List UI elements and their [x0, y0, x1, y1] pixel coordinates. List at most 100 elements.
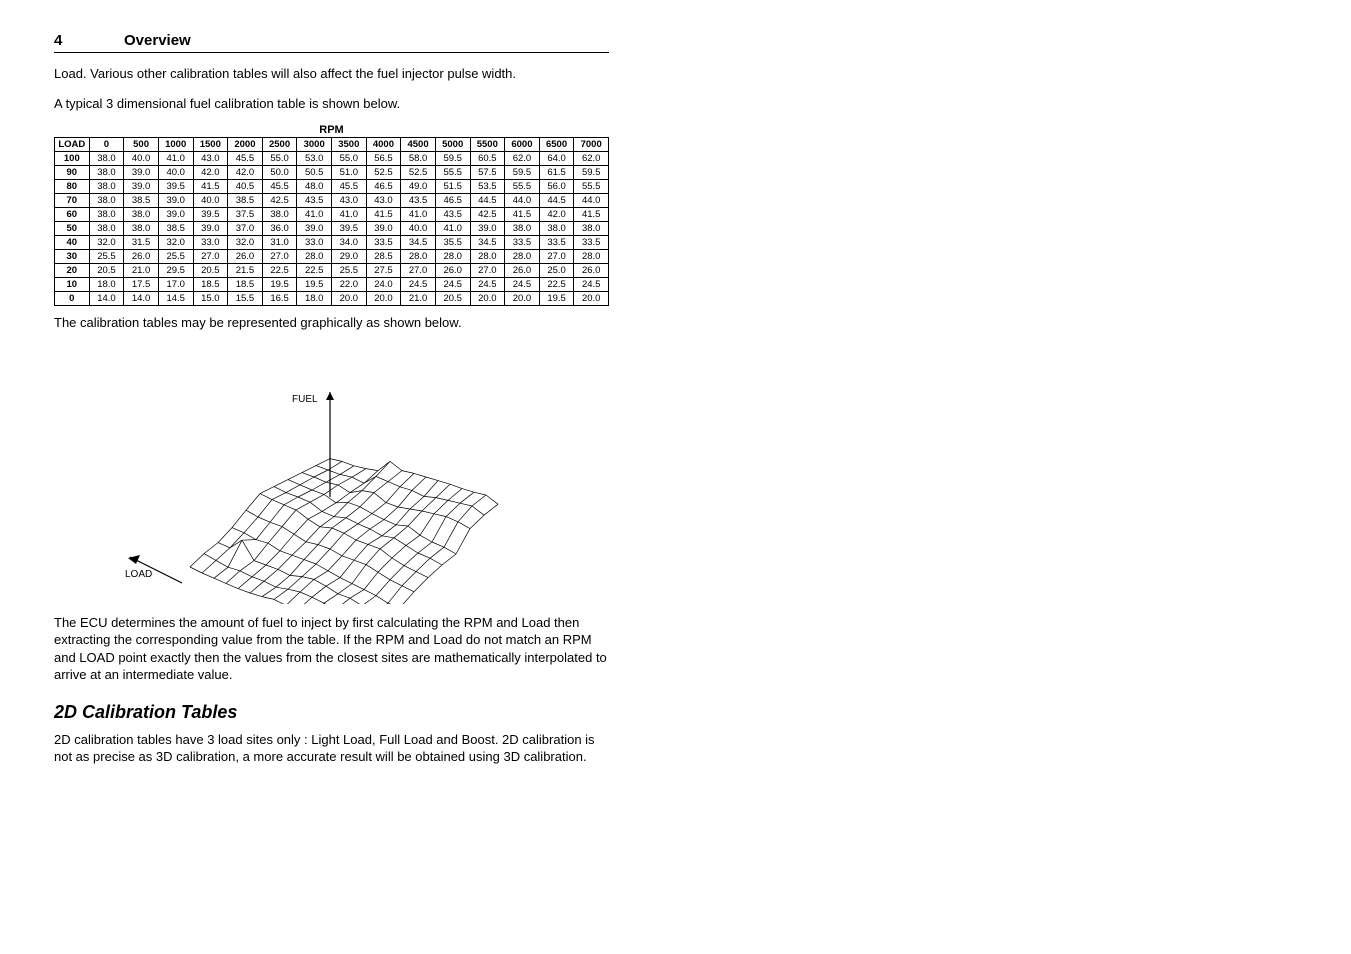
table-cell: 36.0 — [262, 222, 297, 236]
paragraph-3: The calibration tables may be represente… — [54, 314, 609, 332]
surface-wire — [252, 576, 264, 580]
paragraph-1: Load. Various other calibration tables w… — [54, 65, 609, 83]
table-cell: 26.0 — [435, 264, 470, 278]
surface-wire — [310, 603, 324, 604]
surface-wire — [390, 461, 402, 470]
table-cell: 55.5 — [435, 166, 470, 180]
surface-wire — [338, 583, 352, 593]
surface-wire — [256, 522, 270, 539]
table-col-header: 5000 — [435, 138, 470, 152]
surface-wire — [378, 572, 390, 580]
surface-wire — [302, 472, 314, 476]
table-cell: 28.0 — [401, 250, 436, 264]
surface-wire — [292, 555, 304, 559]
surface-wire — [280, 534, 294, 551]
table-cell: 29.0 — [332, 250, 367, 264]
surface-wire — [410, 496, 424, 509]
surface-wire — [394, 537, 406, 545]
table-cell: 38.0 — [89, 194, 124, 208]
surface-wire — [352, 564, 366, 583]
surface-wire — [268, 543, 280, 551]
table-cell: 27.0 — [470, 264, 505, 278]
surface-wire — [390, 579, 402, 585]
surface-wire — [252, 565, 266, 577]
table-cell: 28.0 — [435, 250, 470, 264]
table-cell: 40.0 — [124, 152, 159, 166]
surface-wire — [450, 484, 462, 488]
table-col-header: 7000 — [574, 138, 609, 152]
surface-wire — [296, 502, 310, 510]
table-cell: 38.5 — [158, 222, 193, 236]
table-col-header: 4500 — [401, 138, 436, 152]
table-super-caption: RPM — [54, 124, 609, 136]
table-cell: 32.0 — [89, 236, 124, 250]
surface-wire — [434, 513, 446, 516]
table-cell: 39.0 — [124, 166, 159, 180]
table-col-header: 0 — [89, 138, 124, 152]
surface-wire — [320, 526, 332, 527]
surface-wire — [342, 555, 354, 559]
table-cell: 20.5 — [89, 264, 124, 278]
surface-wire — [308, 511, 322, 519]
surface-wire — [376, 476, 388, 481]
table-cell: 59.5 — [574, 166, 609, 180]
table-cell: 24.0 — [366, 278, 401, 292]
surface-wire — [242, 539, 256, 540]
surface-wire — [416, 571, 428, 577]
surface-wire — [458, 521, 470, 528]
surface-wire — [416, 558, 430, 571]
surface-wire — [432, 516, 446, 541]
table-cell: 19.5 — [262, 278, 297, 292]
surface-wire — [316, 458, 330, 465]
surface-wire — [486, 495, 498, 504]
table-cell: 19.5 — [297, 278, 332, 292]
table-cell: 19.5 — [539, 292, 574, 306]
surface-wire — [406, 535, 420, 545]
surface-wire — [386, 502, 398, 506]
surface-wire — [320, 516, 334, 526]
table-cell: 39.5 — [193, 208, 228, 222]
surface-wire — [360, 506, 372, 513]
table-cell: 45.5 — [332, 180, 367, 194]
surface-wire — [342, 540, 356, 556]
page-number: 4 — [54, 32, 124, 49]
surface-wire — [270, 504, 284, 521]
surface-wire — [458, 506, 472, 522]
table-cell: 28.0 — [470, 250, 505, 264]
table-row-header: 0 — [55, 292, 90, 306]
surface-wire — [426, 477, 438, 481]
surface-wire — [312, 597, 324, 603]
surface-wire — [366, 548, 380, 564]
surface-wire — [322, 502, 336, 511]
table-cell: 41.5 — [193, 180, 228, 194]
surface-wire — [334, 502, 348, 516]
surface-wire — [312, 586, 326, 597]
surface-wire — [292, 541, 306, 554]
surface-wire — [484, 504, 498, 515]
table-cell: 18.5 — [193, 278, 228, 292]
surface-wire — [448, 488, 462, 500]
table-cell: 22.0 — [332, 278, 367, 292]
table-cell: 18.5 — [228, 278, 263, 292]
surface-wire — [402, 470, 414, 473]
surface-wire — [472, 495, 486, 506]
surface-wire — [204, 553, 216, 560]
table-cell: 50.0 — [262, 166, 297, 180]
surface-wire — [340, 474, 352, 477]
surface-wire — [202, 560, 216, 573]
surface-wire — [420, 535, 432, 542]
surface-wire — [246, 510, 258, 517]
surface-wire — [276, 587, 288, 589]
surface-wire — [332, 528, 344, 533]
surface-wire — [318, 528, 332, 545]
z-axis-arrowhead-icon — [326, 392, 334, 400]
surface-wire — [422, 511, 434, 514]
surface-wire — [354, 465, 366, 468]
table-cell: 14.0 — [124, 292, 159, 306]
surface-wire — [288, 589, 300, 592]
table-cell: 39.5 — [158, 180, 193, 194]
surface-wire — [414, 577, 428, 591]
table-cell: 39.0 — [158, 208, 193, 222]
surface-wire — [268, 526, 282, 543]
surface-wire — [242, 540, 254, 560]
